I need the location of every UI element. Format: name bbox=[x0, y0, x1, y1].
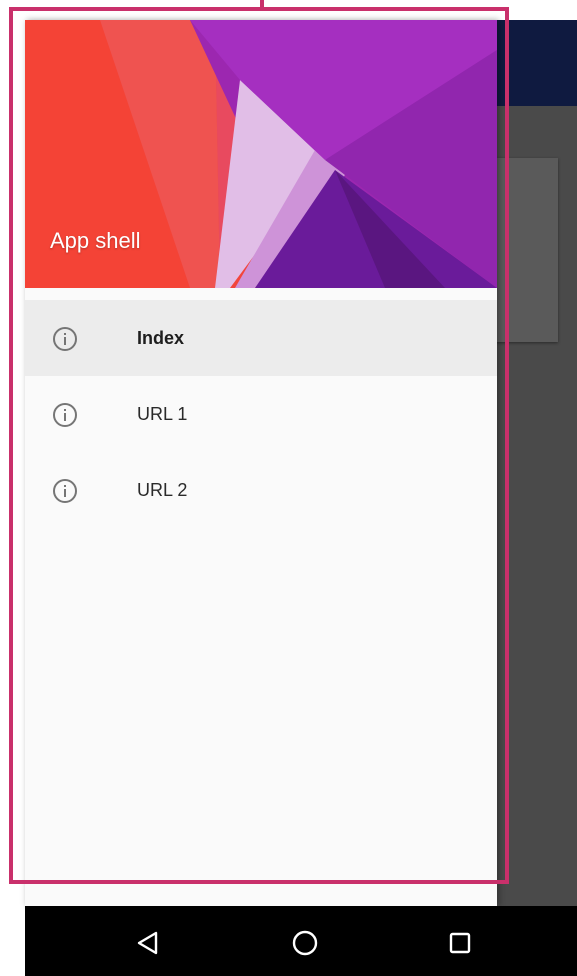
nav-item-label: Index bbox=[137, 327, 185, 348]
back-triangle-icon bbox=[137, 931, 158, 955]
drawer-title: App shell bbox=[50, 228, 141, 253]
android-navigation-bar bbox=[25, 906, 577, 976]
drawer-header: App shell bbox=[25, 20, 497, 288]
info-outline-icon bbox=[53, 403, 77, 427]
nav-item-label: URL 2 bbox=[137, 479, 188, 500]
navigation-drawer: App shell Index URL 1 URL 2 bbox=[25, 20, 497, 906]
drawer-nav-list: Index URL 1 URL 2 bbox=[25, 300, 497, 528]
highlight-frame-tick bbox=[260, 0, 264, 9]
back-button[interactable] bbox=[133, 928, 163, 958]
nav-item-url-2[interactable]: URL 2 bbox=[25, 452, 497, 528]
recents-button[interactable] bbox=[445, 928, 475, 958]
info-outline-icon bbox=[53, 327, 77, 351]
recents-square-icon bbox=[449, 932, 471, 954]
info-outline-icon bbox=[53, 479, 77, 503]
nav-item-index[interactable]: Index bbox=[25, 300, 497, 376]
home-circle-icon bbox=[292, 930, 318, 956]
nav-item-url-1[interactable]: URL 1 bbox=[25, 376, 497, 452]
home-button[interactable] bbox=[290, 928, 320, 958]
nav-item-label: URL 1 bbox=[137, 403, 188, 424]
